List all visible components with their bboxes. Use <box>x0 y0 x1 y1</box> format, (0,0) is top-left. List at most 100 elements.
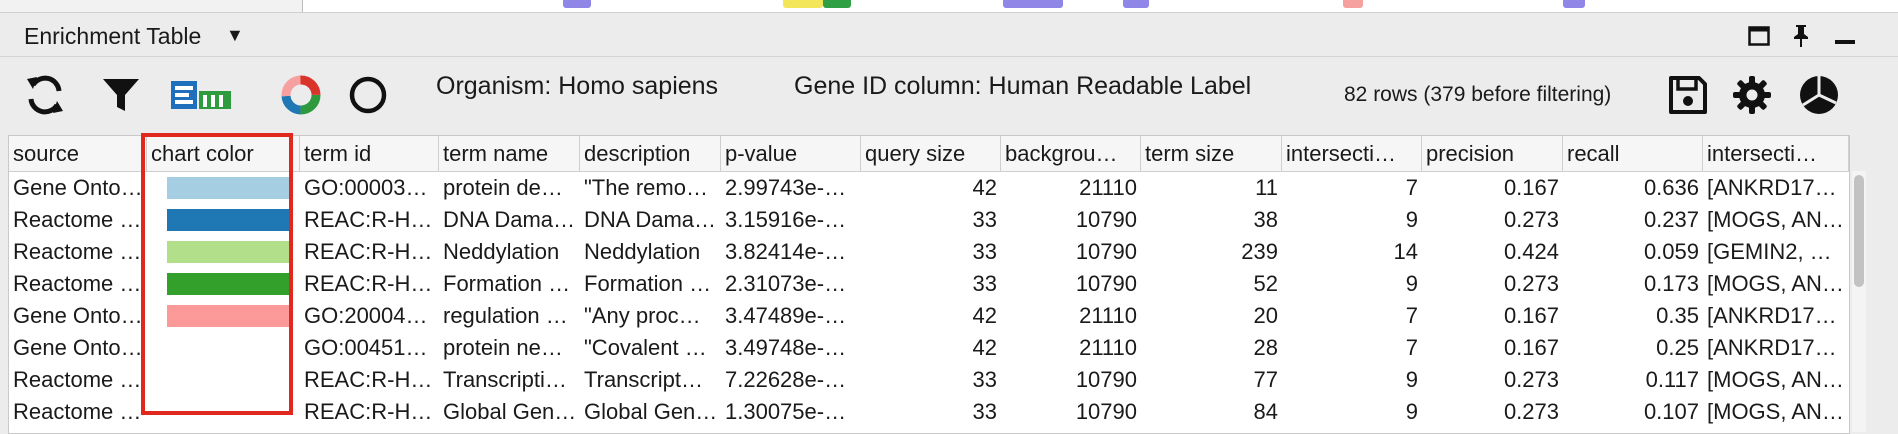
enrichment-table[interactable]: source chart color term id term name des… <box>8 135 1850 434</box>
column-header-p-value[interactable]: p-value <box>721 136 861 171</box>
column-header-chart-color[interactable]: chart color <box>147 136 300 171</box>
cell-term-id: GO:00003… <box>304 175 428 200</box>
column-header-query-size[interactable]: query size <box>861 136 1001 171</box>
cell-description: Formation … <box>584 271 712 296</box>
cell-description: DNA Dama… <box>584 207 717 232</box>
cell-term-name: DNA Dama… <box>443 207 576 232</box>
column-header-description[interactable]: description <box>580 136 721 171</box>
cell-intersection-size: 9 <box>1405 207 1418 232</box>
cell-query-size: 33 <box>972 399 997 424</box>
table-row[interactable]: Reactome … REAC:R-H… DNA Dama… DNA Dama… 3.1… <box>9 204 1849 236</box>
enrichment-map-icon[interactable] <box>168 74 234 114</box>
cell-term-size: 20 <box>1253 303 1278 328</box>
cell-precision: 0.273 <box>1503 367 1559 392</box>
chart-color-swatch[interactable] <box>167 209 289 231</box>
cell-intersection-size: 9 <box>1405 399 1418 424</box>
chart-color-swatch[interactable] <box>167 177 289 199</box>
network-node[interactable] <box>823 0 851 8</box>
cell-intersection-size: 9 <box>1405 367 1418 392</box>
minimize-icon[interactable] <box>1830 21 1860 51</box>
cell-query-size: 33 <box>972 271 997 296</box>
network-node[interactable] <box>563 0 591 8</box>
panel-title-bar: Enrichment Table ▼ <box>0 13 1898 57</box>
panel-title: Enrichment Table <box>24 23 202 49</box>
cell-background-size: 10790 <box>1075 239 1137 264</box>
cell-description: "Covalent … <box>584 335 707 360</box>
network-canvas[interactable] <box>302 0 1898 12</box>
column-header-background-size[interactable]: backgrou… <box>1001 136 1141 171</box>
row-count-label: 82 rows (379 before filtering) <box>1344 83 1612 106</box>
filter-icon[interactable] <box>98 72 144 118</box>
pie-chart-icon[interactable] <box>1794 70 1844 120</box>
pin-icon[interactable] <box>1786 21 1816 51</box>
cell-term-id: REAC:R-H… <box>304 239 433 264</box>
table-row[interactable]: Gene Onto… GO:20004… regulation … "Any proc… <box>9 300 1849 332</box>
table-row[interactable]: Gene Onto… GO:00003… protein de… "The remo…… <box>9 172 1849 204</box>
donut-chart-icon[interactable] <box>276 70 326 120</box>
cell-source: Gene Onto… <box>13 175 143 200</box>
cell-chart-color <box>147 236 300 268</box>
chart-color-swatch[interactable] <box>167 273 289 295</box>
column-header-intersection[interactable]: intersecti… <box>1703 136 1849 171</box>
network-node[interactable] <box>1123 0 1149 8</box>
column-header-term-id[interactable]: term id <box>300 136 439 171</box>
vertical-scrollbar[interactable] <box>1852 171 1866 432</box>
column-header-intersection-size[interactable]: intersecti… <box>1282 136 1422 171</box>
cell-term-id: GO:20004… <box>304 303 428 328</box>
table-row[interactable]: Reactome … REAC:R-H… Transcripti… Transcrip… <box>9 364 1849 396</box>
cell-chart-color <box>147 300 300 332</box>
cell-term-size: 77 <box>1253 367 1278 392</box>
cell-source: Gene Onto… <box>13 303 143 328</box>
network-node[interactable] <box>1003 0 1063 8</box>
cell-recall: 0.237 <box>1643 207 1699 232</box>
cell-background-size: 21110 <box>1079 175 1137 200</box>
cell-query-size: 42 <box>972 335 997 360</box>
table-row[interactable]: Reactome … REAC:R-H… Formation … Formation … <box>9 268 1849 300</box>
cell-query-size: 33 <box>972 367 997 392</box>
network-node[interactable] <box>1563 0 1585 8</box>
cell-description: Transcript… <box>584 367 703 392</box>
column-header-recall[interactable]: recall <box>1563 136 1703 171</box>
gene-id-column-label: Gene ID column: Human Readable Label <box>794 72 1252 100</box>
cell-source: Reactome … <box>13 207 142 232</box>
cell-term-id: REAC:R-H… <box>304 207 433 232</box>
cell-term-name: protein de… <box>443 175 563 200</box>
column-header-term-size[interactable]: term size <box>1141 136 1282 171</box>
cell-background-size: 10790 <box>1075 207 1137 232</box>
cell-term-name: regulation … <box>443 303 568 328</box>
cell-chart-color <box>147 332 300 364</box>
column-header-term-name[interactable]: term name <box>439 136 580 171</box>
chart-color-swatch[interactable] <box>167 305 289 327</box>
gear-icon[interactable] <box>1728 70 1776 120</box>
table-row[interactable]: Reactome … REAC:R-H… Global Gen… Global Gen… <box>9 396 1849 428</box>
cell-description: Neddylation <box>584 239 701 264</box>
refresh-icon[interactable] <box>20 70 70 120</box>
cell-chart-color <box>147 364 300 396</box>
cell-precision: 0.273 <box>1503 399 1559 424</box>
table-row[interactable]: Gene Onto… GO:00451… protein ne… "Covalent … <box>9 332 1849 364</box>
cell-description: Global Gen… <box>584 399 718 424</box>
cell-precision: 0.273 <box>1503 207 1559 232</box>
cell-term-size: 11 <box>1255 175 1278 200</box>
cell-description: "The remo… <box>584 175 708 200</box>
cell-intersection-size: 7 <box>1405 175 1418 200</box>
column-header-precision[interactable]: precision <box>1422 136 1563 171</box>
maximize-icon[interactable] <box>1744 21 1774 51</box>
chart-color-swatch[interactable] <box>167 241 289 263</box>
network-node[interactable] <box>783 0 823 8</box>
panel-menu-caret[interactable]: ▼ <box>226 25 244 46</box>
cell-recall: 0.107 <box>1643 399 1699 424</box>
cell-intersection: [ANKRD17… <box>1707 175 1837 200</box>
cell-p-value: 2.99743e-… <box>725 175 847 200</box>
table-row[interactable]: Reactome … REAC:R-H… Neddylation Neddylatio… <box>9 236 1849 268</box>
save-icon[interactable] <box>1664 70 1712 120</box>
network-node[interactable] <box>1343 0 1363 8</box>
cell-p-value: 3.47489e-… <box>725 303 847 328</box>
scrollbar-thumb[interactable] <box>1854 175 1864 287</box>
cell-term-name: protein ne… <box>443 335 563 360</box>
column-header-source[interactable]: source <box>9 136 147 171</box>
cell-query-size: 33 <box>972 239 997 264</box>
cell-intersection: [MOGS, AN… <box>1707 399 1844 424</box>
circle-icon[interactable] <box>344 70 392 120</box>
cell-source: Reactome … <box>13 367 142 392</box>
